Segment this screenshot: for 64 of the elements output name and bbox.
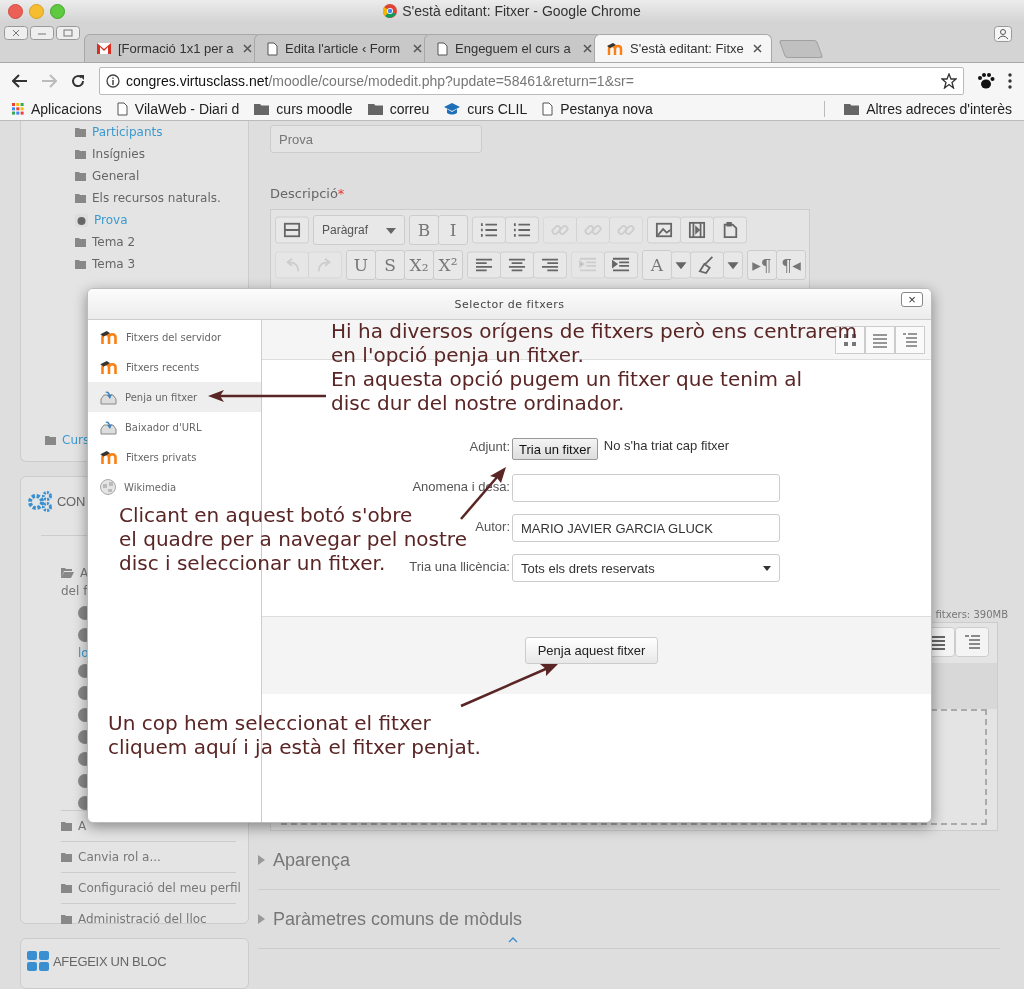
required-mark: * [337, 186, 345, 201]
upload-button[interactable]: Penja aquest fitxer [524, 637, 659, 664]
format-button[interactable]: S [375, 250, 405, 280]
file-status: No s'ha triat cap fitxer [603, 438, 730, 453]
navigation-link[interactable]: Prova [94, 213, 128, 227]
paragraph-dropdown[interactable]: Paràgraf [313, 215, 405, 245]
annotation-line: cliquem aquí i ja està el fitxer penjat. [108, 735, 481, 759]
format-button[interactable]: X₂ [404, 250, 434, 280]
annotation-line: Un cop hem seleccionat el fitxer [108, 711, 431, 735]
block-title: CON [57, 493, 85, 509]
annotation-line: En aquesta opció pugem un fitxer que tenim al [331, 367, 803, 391]
bookmark[interactable]: Pestanya nova [542, 101, 653, 117]
annotation-line: Hi ha diversos orígens de fitxers però ens centrarem [331, 319, 858, 343]
settings-link[interactable]: Administració del lloc [78, 912, 207, 926]
field-label: Tria una llicència: [409, 558, 511, 576]
annotation-line: el quadre per a navegar pel nostre [119, 527, 467, 551]
bookmark[interactable]: Aplicacions [12, 101, 102, 117]
bookmark[interactable]: VilaWeb - Diari d [116, 101, 240, 117]
repository-item[interactable]: Penja un fitxer [88, 382, 261, 412]
field-label: Adjunt: [469, 438, 511, 456]
name-field[interactable]: Prova [270, 125, 482, 153]
browser-tab[interactable]: S'està editant: Fitxe [594, 34, 772, 62]
choose-file-button[interactable]: Tria un fitxer [512, 438, 598, 460]
repository-item[interactable]: Baixador d'URL [88, 412, 261, 442]
bookmark[interactable]: curs CLIL [444, 101, 528, 117]
format-button[interactable]: ¶◂ [776, 250, 806, 280]
block-title: AFEGEIX UN BLOC [53, 953, 167, 969]
navigation-link[interactable]: Insígnies [92, 147, 145, 161]
format-button[interactable]: I [438, 215, 468, 245]
repository-item[interactable]: Fitxers del servidor [88, 322, 261, 352]
annotation-line: disc i seleccionar un fitxer. [119, 551, 386, 575]
navigation-link[interactable]: Els recursos naturals. [92, 191, 221, 205]
format-button[interactable]: A [642, 250, 672, 280]
format-button[interactable]: B [409, 215, 439, 245]
format-button[interactable]: U [346, 250, 376, 280]
field-label: Descripció [270, 186, 338, 201]
annotation-line: en l'opció penja un fitxer. [331, 343, 584, 367]
repository-item[interactable]: Fitxers privats [88, 442, 261, 472]
bookmark[interactable]: curs moodle [254, 101, 353, 117]
settings-link[interactable]: Canvia rol a... [78, 850, 161, 864]
format-button[interactable]: X² [433, 250, 463, 280]
repository-item[interactable]: Fitxers recents [88, 352, 261, 382]
annotation-line: Clicant en aquest botó s'obre [119, 503, 413, 527]
navigation-link[interactable]: General [92, 169, 140, 183]
settings-link[interactable]: A [78, 819, 87, 833]
bookmark-folder[interactable]: Altres adreces d'interès [844, 101, 1012, 117]
author-field[interactable]: MARIO JAVIER GARCIA GLUCK [512, 514, 780, 542]
file-size-limit: fitxers: 390MB [934, 609, 1008, 620]
settings-link[interactable]: Configuració del meu perfil [78, 881, 241, 895]
section-heading[interactable]: Paràmetres comuns de mòduls [273, 908, 523, 930]
navigation-link[interactable]: Tema 3 [92, 257, 136, 271]
close-button[interactable]: × [901, 292, 923, 307]
license-dropdown[interactable]: Tots els drets reservats [512, 554, 780, 582]
repository-item[interactable]: Wikimedia [88, 472, 261, 502]
bookmark[interactable]: correu [367, 101, 430, 117]
annotation-line: disc dur del nostre ordinador. [331, 391, 625, 415]
format-button[interactable]: ▸¶ [747, 250, 777, 280]
navigation-link[interactable]: Participants [92, 125, 163, 139]
field-label: Autor: [475, 518, 511, 536]
dialog-title: Selector de fitxers [454, 297, 565, 311]
section-heading[interactable]: Aparença [273, 849, 351, 871]
navigation-link[interactable]: Tema 2 [92, 235, 136, 249]
window-title: S'està editant: Fitxer - Google Chrome [402, 3, 641, 19]
address-bar[interactable]: congres.virtusclass.net/moodle/course/modedit.php?update=58461&return=1&sr= [99, 66, 964, 95]
